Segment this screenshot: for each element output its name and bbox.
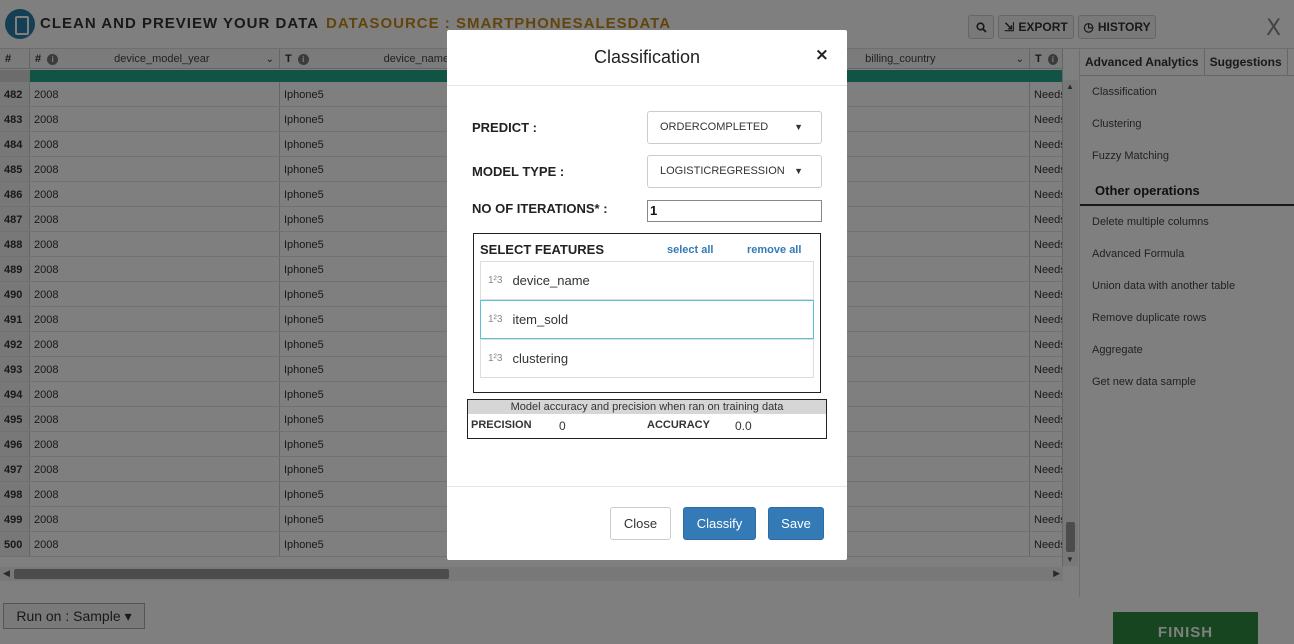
feature-item-device-name[interactable]: 1²3 device_name <box>480 261 814 300</box>
select-features-box: SELECT FEATURES select all remove all 1²… <box>473 233 821 393</box>
select-all-link[interactable]: select all <box>667 244 713 256</box>
feature-label: clustering <box>512 351 569 366</box>
model-type-select[interactable]: LOGISTICREGRESSION ▼ <box>647 155 822 188</box>
feature-label: item_sold <box>512 312 569 327</box>
dropdown-caret-icon: ▼ <box>794 166 803 176</box>
numeric-type-icon: 1²3 <box>488 275 503 286</box>
precision-value: 0 <box>559 419 566 433</box>
accuracy-heading: Model accuracy and precision when ran on… <box>468 400 826 414</box>
save-button[interactable]: Save <box>768 507 824 540</box>
model-accuracy-table: Model accuracy and precision when ran on… <box>467 399 827 439</box>
feature-item-item-sold[interactable]: 1²3 item_sold <box>480 300 814 339</box>
select-features-title: SELECT FEATURES <box>480 242 604 257</box>
predict-select[interactable]: ORDERCOMPLETED ▼ <box>647 111 822 144</box>
classification-modal: Classification × PREDICT : ORDERCOMPLETE… <box>447 30 847 560</box>
remove-all-link[interactable]: remove all <box>747 244 801 256</box>
model-type-value: LOGISTICREGRESSION <box>660 165 785 177</box>
model-type-label: MODEL TYPE : <box>472 164 565 179</box>
modal-header: Classification × <box>447 30 847 86</box>
feature-item-clustering[interactable]: 1²3 clustering <box>480 339 814 378</box>
iterations-input[interactable]: 1 <box>647 200 822 222</box>
precision-label: PRECISION <box>471 419 532 431</box>
accuracy-value: 0.0 <box>735 419 752 433</box>
modal-footer: Close Classify Save <box>447 486 847 560</box>
dropdown-caret-icon: ▼ <box>794 122 803 132</box>
numeric-type-icon: 1²3 <box>488 353 503 364</box>
close-icon[interactable]: × <box>815 45 829 65</box>
accuracy-label: ACCURACY <box>647 419 710 431</box>
predict-value: ORDERCOMPLETED <box>660 121 769 133</box>
predict-label: PREDICT : <box>472 120 537 135</box>
feature-label: device_name <box>512 273 590 288</box>
accuracy-row: PRECISION 0 ACCURACY 0.0 <box>468 414 826 439</box>
numeric-type-icon: 1²3 <box>488 314 503 325</box>
iterations-label: NO OF ITERATIONS* : <box>472 201 608 216</box>
close-button[interactable]: Close <box>610 507 671 540</box>
classify-button[interactable]: Classify <box>683 507 756 540</box>
modal-title: Classification <box>593 47 701 67</box>
